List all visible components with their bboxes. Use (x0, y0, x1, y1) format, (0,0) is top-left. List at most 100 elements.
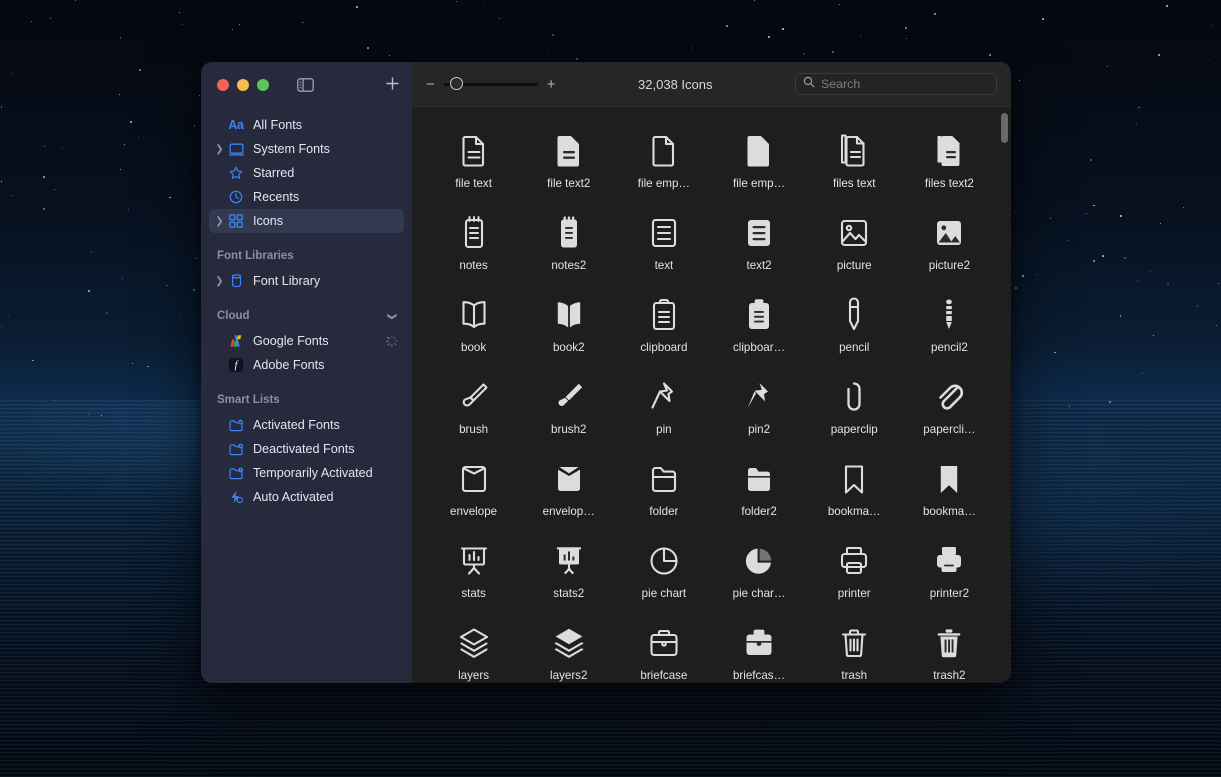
icon-label: trash2 (933, 669, 966, 682)
icon-cell[interactable]: text (616, 201, 711, 283)
zoom-out-icon[interactable]: − (426, 77, 435, 92)
sidebar-item-deactivated-fonts[interactable]: ❯Deactivated Fonts (209, 437, 404, 461)
icon-cell[interactable]: layers (426, 611, 521, 683)
icon-grid-scroll[interactable]: file text file text2 file emp… file emp… fil… (412, 107, 1011, 683)
icon-grid: file text file text2 file emp… file emp… fil… (412, 119, 1011, 683)
icon-cell[interactable]: envelop… (521, 447, 616, 529)
sidebar-item-icons[interactable]: ❯ Icons (209, 209, 404, 233)
icon-label: paperclip (830, 423, 878, 436)
icon-cell[interactable]: brush (426, 365, 521, 447)
icon-cell[interactable]: layers2 (521, 611, 616, 683)
icon-cell[interactable]: stats (426, 529, 521, 611)
icon-label: clipboard (640, 341, 688, 354)
folder-filled-icon (740, 457, 778, 501)
sidebar-item-label: Temporarily Activated (253, 466, 373, 480)
vertical-scrollbar[interactable] (1001, 113, 1008, 677)
icon-cell[interactable]: book2 (521, 283, 616, 365)
printer-outline-icon (835, 539, 873, 583)
brush-outline-icon (455, 375, 493, 419)
icon-cell[interactable]: pin2 (711, 365, 806, 447)
sidebar-item-label: Auto Activated (253, 490, 334, 504)
disclosure-triangle[interactable]: ❯ (213, 144, 226, 155)
icon-cell[interactable]: files text2 (902, 119, 997, 201)
icon-label: pencil2 (931, 341, 968, 354)
zoom-slider[interactable] (443, 77, 538, 91)
search-field[interactable] (794, 73, 997, 95)
icon-cell[interactable]: picture (807, 201, 902, 283)
scrollbar-thumb[interactable] (1001, 113, 1008, 143)
icon-count-label: 32,038 Icons (638, 76, 713, 92)
zoom-in-icon[interactable]: + (547, 77, 556, 92)
clipboard-filled-icon (740, 293, 778, 337)
picture-outline-icon (835, 211, 873, 255)
icon-cell[interactable]: picture2 (902, 201, 997, 283)
icon-cell[interactable]: book (426, 283, 521, 365)
disclosure-triangle[interactable]: ❯ (213, 276, 226, 287)
icon-cell[interactable]: files text (807, 119, 902, 201)
sidebar-item-label: Google Fonts (253, 334, 329, 348)
icon-cell[interactable]: text2 (711, 201, 806, 283)
icon-cell[interactable]: clipboar… (711, 283, 806, 365)
briefcase-filled-icon (740, 621, 778, 665)
icon-cell[interactable]: folder2 (711, 447, 806, 529)
sidebar-item-recents[interactable]: ❯Recents (209, 185, 404, 209)
sidebar-item-auto-activated[interactable]: ❯Auto Activated (209, 485, 404, 509)
icon-cell[interactable]: printer (807, 529, 902, 611)
icon-cell[interactable]: bookma… (807, 447, 902, 529)
icon-cell[interactable]: file emp… (711, 119, 806, 201)
add-icon[interactable] (385, 76, 400, 94)
icon-label: pie chart (641, 587, 687, 600)
icon-cell[interactable]: brush2 (521, 365, 616, 447)
close-button[interactable] (217, 78, 229, 91)
traffic-lights (217, 78, 269, 91)
icon-cell[interactable]: file emp… (616, 119, 711, 201)
icon-cell[interactable]: papercli… (902, 365, 997, 447)
sidebar-item-system-fonts[interactable]: ❯ System Fonts (209, 137, 404, 161)
icon-cell[interactable]: pencil (807, 283, 902, 365)
icon-label: folder2 (741, 505, 777, 518)
sidebar-item-google-fonts[interactable]: ❯Google Fonts (209, 329, 404, 353)
maximize-button[interactable] (257, 78, 269, 91)
icon-cell[interactable]: printer2 (902, 529, 997, 611)
icon-cell[interactable]: file text (426, 119, 521, 201)
icon-cell[interactable]: file text2 (521, 119, 616, 201)
aa-icon: Aa (228, 118, 244, 132)
icon-cell[interactable]: bookma… (902, 447, 997, 529)
icon-label: stats (461, 587, 486, 600)
icon-label: printer2 (929, 587, 970, 600)
sidebar-section-title: Cloud (217, 310, 250, 322)
sidebar-item-activated-fonts[interactable]: ❯Activated Fonts (209, 413, 404, 437)
icon-cell[interactable]: trash2 (902, 611, 997, 683)
chevron-down-icon[interactable]: ❯ (387, 312, 398, 320)
icon-cell[interactable]: briefcas… (711, 611, 806, 683)
sidebar-toggle-icon[interactable] (297, 77, 314, 92)
sidebar-list: ❯AaAll Fonts❯System Fonts❯Starred❯Recent… (201, 107, 412, 683)
icon-cell[interactable]: pencil2 (902, 283, 997, 365)
sidebar-item-font-library[interactable]: ❯ Font Library (209, 269, 404, 293)
icon-label: briefcase (640, 669, 688, 682)
icon-cell[interactable]: clipboard (616, 283, 711, 365)
zoom-slider-thumb[interactable] (449, 77, 463, 90)
icon-cell[interactable]: pie chart (616, 529, 711, 611)
disclosure-triangle[interactable]: ❯ (213, 216, 226, 227)
search-input[interactable] (820, 77, 989, 91)
icon-cell[interactable]: envelope (426, 447, 521, 529)
sidebar-item-all-fonts[interactable]: ❯AaAll Fonts (209, 113, 404, 137)
icon-cell[interactable]: trash (807, 611, 902, 683)
icon-cell[interactable]: briefcase (616, 611, 711, 683)
icon-cell[interactable]: paperclip (807, 365, 902, 447)
files-text-outline-icon (835, 129, 873, 173)
icon-cell[interactable]: pin (616, 365, 711, 447)
icon-label: pie char… (732, 587, 786, 600)
icon-cell[interactable]: folder (616, 447, 711, 529)
icon-cell[interactable]: pie char… (711, 529, 806, 611)
envelope-outline-icon (455, 457, 493, 501)
minimize-button[interactable] (237, 78, 249, 91)
sidebar-item-temporarily-activated[interactable]: ❯Temporarily Activated (209, 461, 404, 485)
icon-cell[interactable]: stats2 (521, 529, 616, 611)
sidebar-item-adobe-fonts[interactable]: ❯fAdobe Fonts (209, 353, 404, 377)
icon-cell[interactable]: notes2 (521, 201, 616, 283)
search-icon (803, 75, 815, 93)
icon-cell[interactable]: notes (426, 201, 521, 283)
sidebar-item-starred[interactable]: ❯Starred (209, 161, 404, 185)
